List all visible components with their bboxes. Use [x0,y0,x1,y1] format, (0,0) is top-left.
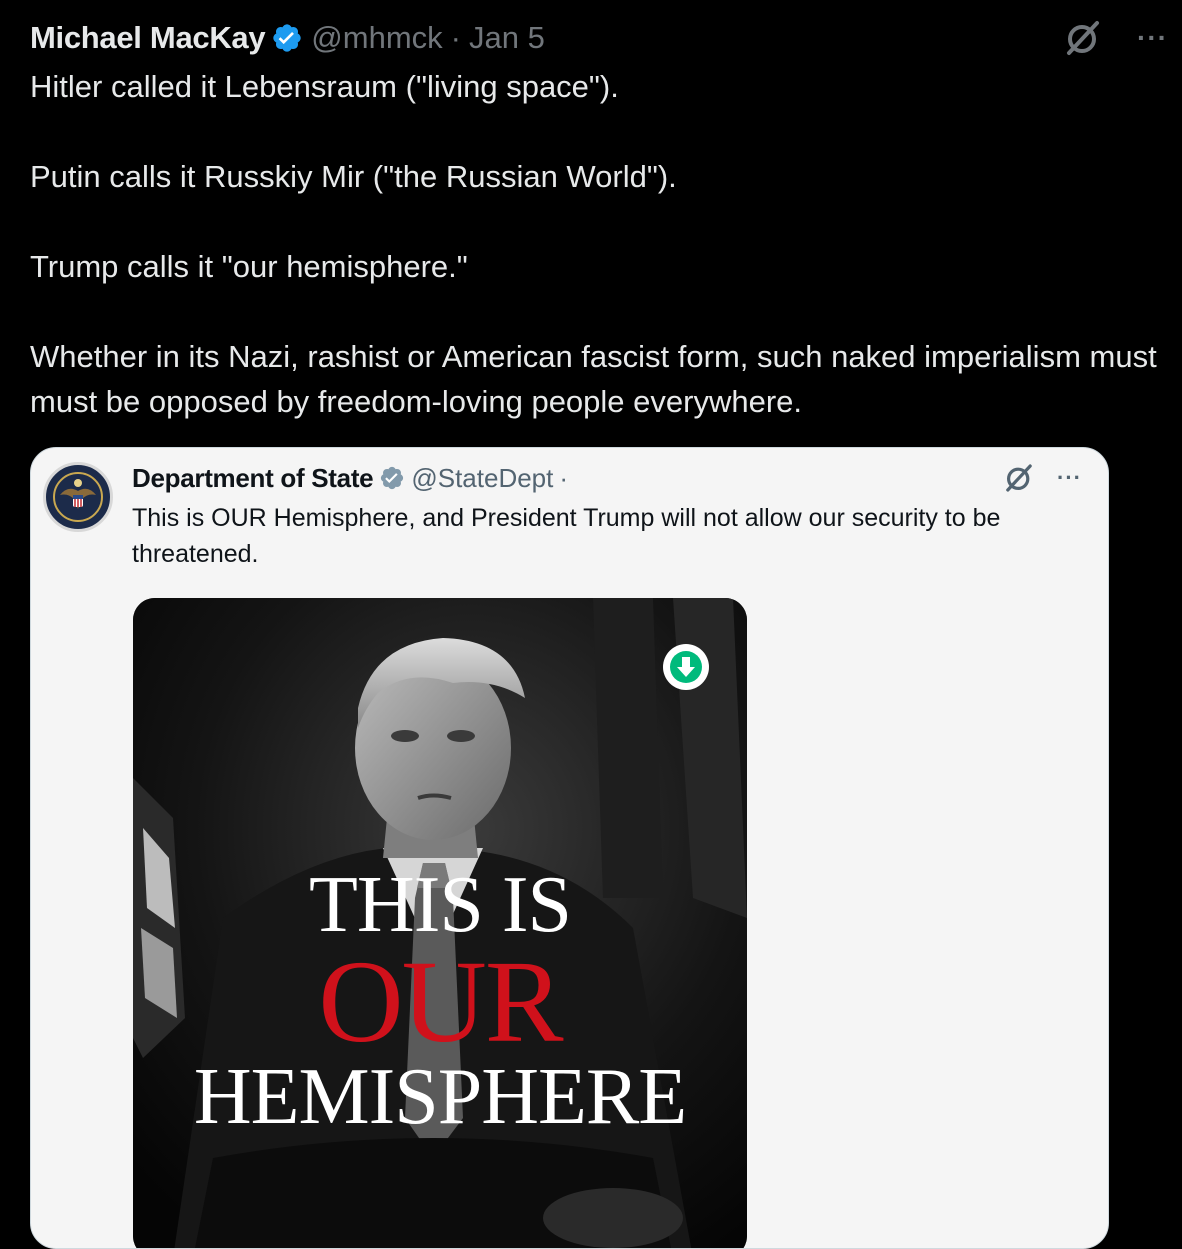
tweet-paragraph: Whether in its Nazi, rashist or American… [30,339,1157,419]
tweet-paragraph: Trump calls it "our hemisphere." [30,249,468,284]
quoted-tweet-actions: ··· [1003,462,1082,494]
grok-icon[interactable] [1003,462,1035,494]
tweet-paragraph: Putin calls it Russkiy Mir ("the Russian… [30,159,677,194]
verified-badge-icon[interactable] [271,22,303,54]
quoted-author-name[interactable]: Department of State [132,463,374,494]
tweet[interactable]: Michael MacKay @mhmck · Jan 5 ··· Hitler… [0,0,1182,1249]
separator-dot: · [450,20,461,55]
tweet-header: Michael MacKay @mhmck · Jan 5 [30,16,545,60]
quoted-tweet-image[interactable]: THIS IS OUR HEMISPHERE [133,598,747,1248]
tweet-actions: ··· [1063,18,1168,58]
author-name[interactable]: Michael MacKay [30,20,266,56]
poster-line-2: OUR [318,936,563,1067]
tweet-text: Hitler called it Lebensraum ("living spa… [30,64,1175,424]
gray-verified-badge-icon[interactable] [379,465,405,491]
download-arrow-icon[interactable] [663,644,709,690]
separator-dot: · [559,462,569,493]
tweet-paragraph: Hitler called it Lebensraum ("living spa… [30,69,619,104]
author-handle[interactable]: @mhmck [311,20,442,56]
tweet-date[interactable]: Jan 5 [469,20,545,56]
quoted-author-handle[interactable]: @StateDept [411,463,553,494]
avatar[interactable] [43,462,113,532]
quoted-tweet-text: This is OUR Hemisphere, and President Tr… [132,504,1001,568]
more-options-icon[interactable]: ··· [1057,465,1082,491]
quoted-tweet-header: Department of State @StateDept · [132,460,568,496]
poster-line-3: HEMISPHERE [193,1053,687,1141]
grok-icon[interactable] [1063,18,1103,58]
quoted-tweet-card[interactable]: Department of State @StateDept · ··· Thi… [30,447,1109,1249]
more-options-icon[interactable]: ··· [1137,24,1168,52]
